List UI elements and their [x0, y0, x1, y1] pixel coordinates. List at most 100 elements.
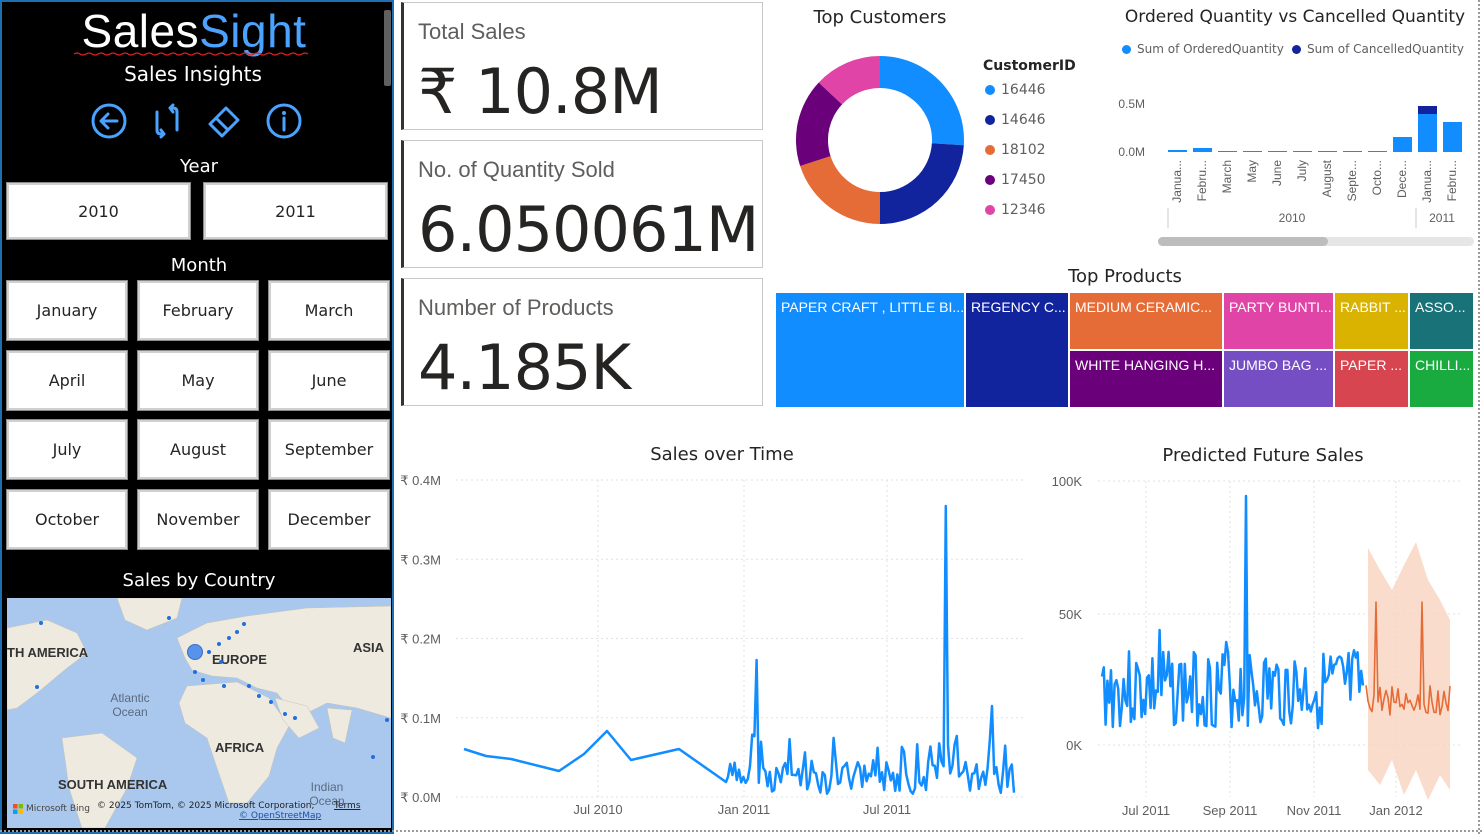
customer-legend-item[interactable]: 12346 [985, 202, 1046, 218]
sidebar-subtitle: Sales Insights [124, 62, 262, 86]
qty-bar-ordered[interactable] [1318, 151, 1337, 152]
map-terms-link[interactable]: Terms [334, 801, 361, 811]
donut-slice-18102[interactable] [800, 156, 880, 224]
qty-chart-scrollbar-track[interactable] [1158, 237, 1474, 246]
sidebar-scrollbar[interactable] [384, 10, 391, 86]
qty-bar-ordered[interactable] [1243, 151, 1262, 152]
legend-label: 16446 [1001, 82, 1046, 98]
donut-slice-16446[interactable] [880, 56, 964, 146]
map-dot[interactable] [201, 678, 205, 682]
sales-over-time-chart[interactable]: ₹ 0.4M ₹ 0.3M ₹ 0.2M ₹ 0.1M ₹ 0.0M Jul 2010 Ja… [396, 470, 1030, 825]
map-dot[interactable] [247, 684, 251, 688]
map-dot[interactable] [242, 622, 246, 626]
treemap-tile[interactable]: PARTY BUNTI... [1223, 292, 1334, 350]
info-icon[interactable] [265, 102, 303, 140]
legend-dot [1292, 44, 1301, 54]
map-dot[interactable] [39, 621, 43, 625]
month-button-october[interactable]: October [6, 488, 128, 550]
treemap-tile[interactable]: RABBIT ... [1334, 292, 1409, 350]
qty-bar-ordered[interactable] [1368, 151, 1387, 152]
treemap-tile[interactable]: PAPER ... [1334, 350, 1409, 408]
map-dot[interactable] [371, 755, 375, 759]
month-button-february[interactable]: February [137, 280, 259, 341]
month-button-august[interactable]: August [137, 419, 259, 480]
treemap-tile[interactable]: JUMBO BAG ... [1223, 350, 1334, 408]
treemap-tile[interactable]: WHITE HANGING H... [1069, 350, 1223, 408]
sales-by-country-map[interactable]: TH AMERICA EUROPE ASIA AFRICA SOUTH AMER… [7, 598, 391, 828]
back-arrow-icon[interactable] [90, 102, 128, 140]
brand-part2: Sight [199, 5, 307, 57]
qty-chart-scrollbar-thumb[interactable] [1158, 237, 1328, 246]
map-dot[interactable] [219, 660, 223, 664]
eraser-icon[interactable] [206, 102, 244, 140]
month-button-january[interactable]: January [6, 280, 128, 341]
x-tick-month: Dece... [1395, 160, 1409, 198]
month-button-april[interactable]: April [6, 349, 128, 411]
qty-bar-cancelled[interactable] [1418, 106, 1437, 114]
qty-bar-ordered[interactable] [1168, 150, 1187, 152]
y-tick: 100K [1052, 474, 1083, 489]
month-button-june[interactable]: June [268, 349, 390, 411]
sales-line[interactable] [463, 504, 1016, 795]
qty-legend-cancelled: Sum of CancelledQuantity [1292, 42, 1464, 56]
map-dot[interactable] [167, 616, 171, 620]
map-dot[interactable] [193, 670, 197, 674]
x-tick-year: 2011 [1429, 211, 1455, 225]
map-dot[interactable] [35, 685, 39, 689]
month-button-march[interactable]: March [268, 280, 390, 341]
month-button-september[interactable]: September [268, 419, 390, 480]
qty-bar-ordered[interactable] [1218, 151, 1237, 152]
map-bubble-uk[interactable] [187, 644, 203, 660]
customer-legend-item[interactable]: 16446 [985, 82, 1046, 98]
month-button-december[interactable]: December [268, 488, 390, 550]
treemap-tile[interactable]: CHILLI... [1409, 350, 1474, 408]
year-button-2010[interactable]: 2010 [6, 182, 191, 240]
qty-chart-title: Ordered Quantity vs Cancelled Quantity [1124, 7, 1466, 27]
customer-legend-item[interactable]: 14646 [985, 112, 1046, 128]
map-dot[interactable] [207, 650, 211, 654]
x-tick-month: Janua... [1170, 160, 1184, 203]
legend-dot [985, 145, 995, 155]
map-dot[interactable] [217, 642, 221, 646]
refresh-icon[interactable] [148, 102, 186, 140]
qty-bar-ordered[interactable] [1293, 151, 1312, 152]
treemap-tile[interactable]: PAPER CRAFT , LITTLE BI... [775, 292, 965, 408]
qty-bar-ordered[interactable] [1268, 151, 1287, 152]
month-button-july[interactable]: July [6, 419, 128, 480]
map-dot[interactable] [269, 700, 273, 704]
top-customers-donut[interactable] [790, 50, 970, 230]
x-tick-month: May [1245, 160, 1259, 183]
sales-over-time-title: Sales over Time [650, 444, 794, 465]
treemap-tile[interactable]: REGENCY C... [965, 292, 1069, 408]
month-button-november[interactable]: November [137, 488, 259, 550]
map-dot[interactable] [257, 694, 261, 698]
qty-bar-ordered[interactable] [1343, 151, 1362, 152]
legend-label: 14646 [1001, 112, 1046, 128]
map-dot[interactable] [385, 718, 389, 722]
customer-legend-item[interactable]: 17450 [985, 172, 1046, 188]
legend-dot [985, 175, 995, 185]
map-dot[interactable] [293, 716, 297, 720]
year-button-2011[interactable]: 2011 [203, 182, 388, 240]
treemap-tile[interactable]: MEDIUM CERAMIC... [1069, 292, 1223, 350]
map-dot[interactable] [283, 712, 287, 716]
customer-legend-item[interactable]: 18102 [985, 142, 1046, 158]
customer-legend-title: CustomerID [983, 58, 1076, 74]
forecast-band [1368, 542, 1450, 800]
qty-bar-ordered[interactable] [1443, 122, 1462, 152]
month-button-may[interactable]: May [137, 349, 259, 411]
map-dot[interactable] [227, 636, 231, 640]
x-tick-month: Septe... [1345, 160, 1359, 201]
qty-bar-ordered[interactable] [1393, 137, 1412, 152]
predicted-sales-chart[interactable]: 100K 50K 0K Jul 2011 Sep 2011 Nov 2011 Jan 201… [1040, 470, 1470, 825]
donut-slice-14646[interactable] [880, 143, 964, 224]
map-osm-link[interactable]: © OpenStreetMap [239, 811, 321, 821]
map-dot[interactable] [222, 684, 226, 688]
qty-bar-chart[interactable]: 0.5M 0.0M Janua... Febru... March May June July… [1110, 88, 1478, 248]
top-products-treemap[interactable]: PAPER CRAFT , LITTLE BI... REGENCY C... ME… [775, 292, 1474, 408]
legend-dot [985, 85, 995, 95]
treemap-tile[interactable]: ASSO... [1409, 292, 1474, 350]
qty-bar-ordered[interactable] [1193, 148, 1212, 152]
map-dot[interactable] [235, 630, 239, 634]
actual-sales-line[interactable] [1100, 494, 1365, 730]
